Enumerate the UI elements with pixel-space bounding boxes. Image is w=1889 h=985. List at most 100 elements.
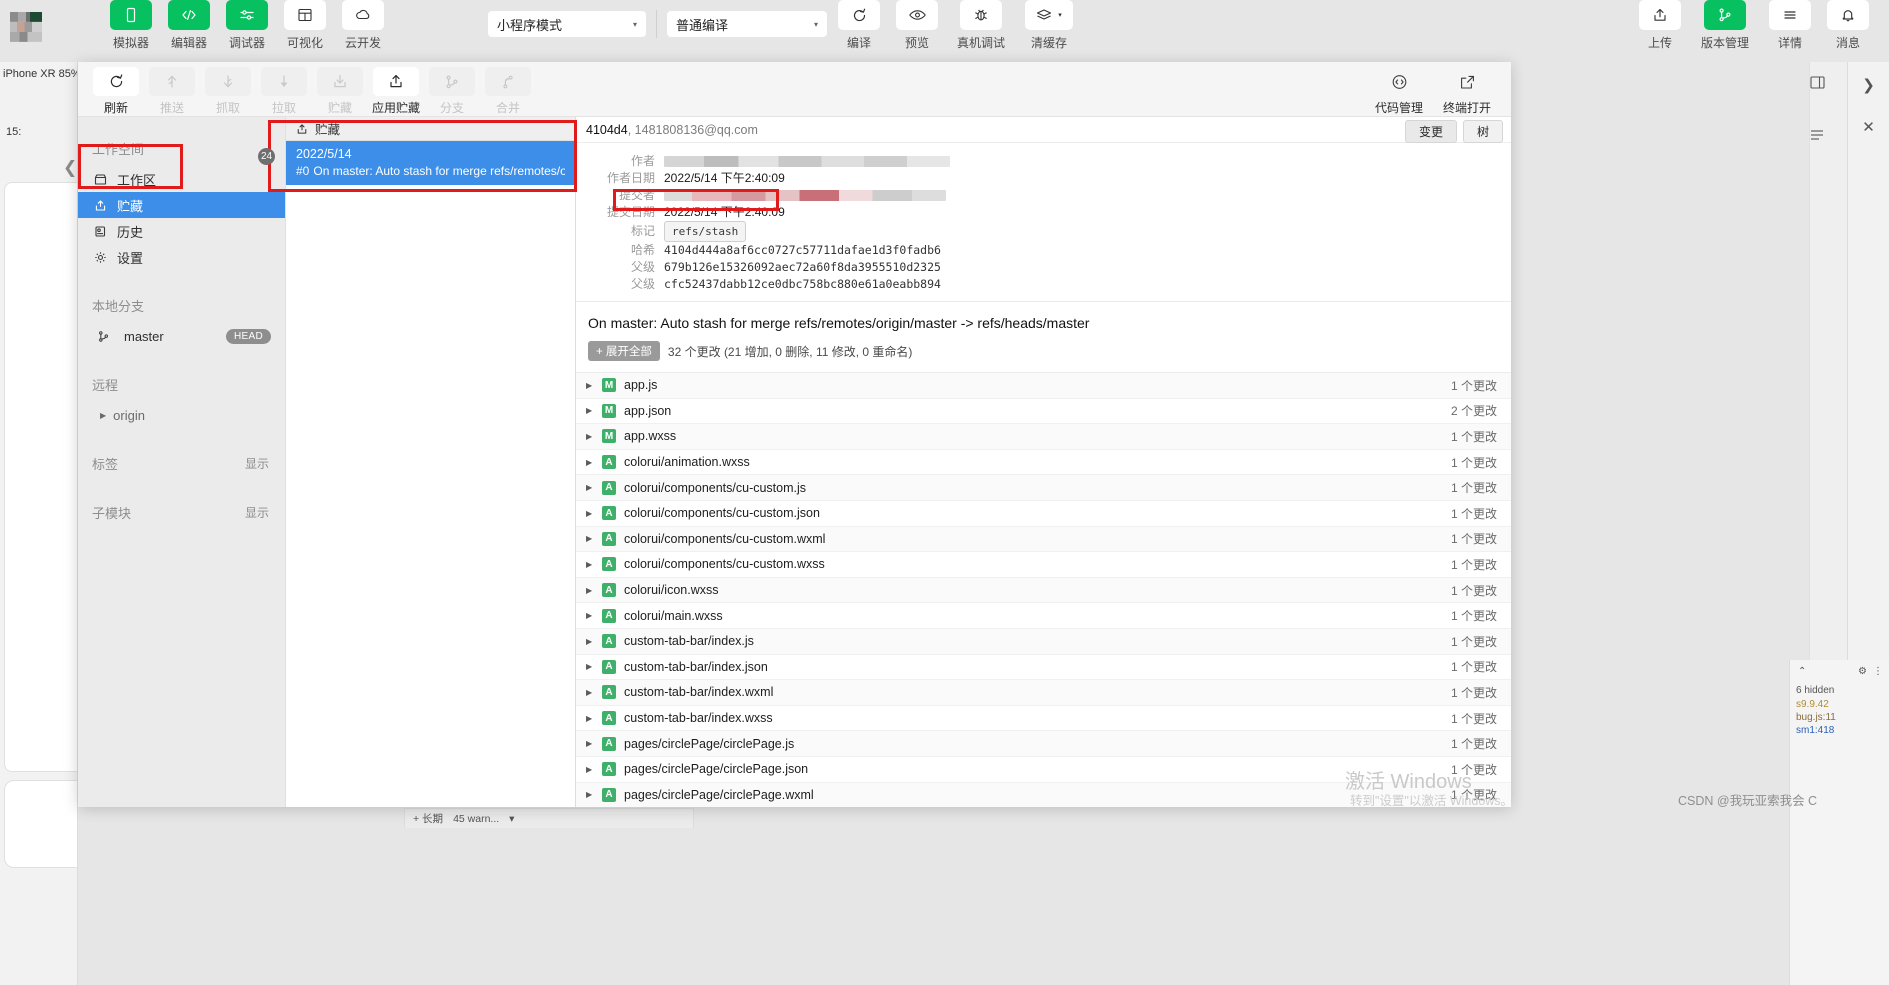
git-stash-button[interactable]: 贮藏 [314, 67, 366, 116]
topbar-item-cloud[interactable]: 云开发 [337, 0, 389, 51]
sidebar-item-branch-master[interactable]: master HEAD [78, 323, 285, 349]
sidebar-item-stash[interactable]: 贮藏 [78, 192, 285, 218]
triangle-right-icon[interactable]: ▶ [586, 662, 594, 671]
terminal-open-button[interactable]: 终端打开 [1435, 67, 1499, 116]
table-row[interactable]: ▶ Acustom-tab-bar/index.json 1 个更改 [576, 655, 1511, 681]
code-manage-button[interactable]: 代码管理 [1367, 67, 1431, 116]
triangle-right-icon[interactable]: ▶ [586, 381, 594, 390]
topbar-item-simulator[interactable]: 模拟器 [105, 0, 157, 51]
topbar-label-upload: 上传 [1647, 36, 1672, 50]
fetch-icon [205, 67, 251, 96]
git-branch-button[interactable]: 分支 [426, 67, 478, 116]
table-row[interactable]: ▶ Acolorui/icon.wxss 1 个更改 [576, 577, 1511, 604]
table-row[interactable]: ▶ Acustom-tab-bar/index.wxss 1 个更改 [576, 706, 1511, 732]
triangle-right-icon[interactable]: ▶ [586, 509, 594, 518]
sidebar-item-history[interactable]: 历史 [78, 218, 285, 244]
git-push-button[interactable]: 推送 [146, 67, 198, 116]
chevron-left-icon[interactable]: ❮ [63, 158, 77, 178]
topbar-item-version-control[interactable]: 版本管理 [1692, 0, 1758, 51]
gear-icon[interactable]: ⚙ [1858, 666, 1867, 677]
topbar-item-compile[interactable]: 编译 [833, 0, 885, 51]
triangle-right-icon[interactable]: ▶ [586, 611, 594, 620]
triangle-right-icon[interactable]: ▶ [586, 534, 594, 543]
triangle-right-icon[interactable]: ▶ [586, 790, 594, 799]
git-pull-button[interactable]: 拉取 [258, 67, 310, 116]
sidebar-title-tags: 标签 显示 [78, 428, 285, 481]
topbar-item-details[interactable]: 详情 [1764, 0, 1816, 51]
triangle-right-icon[interactable]: ▶ [586, 714, 594, 723]
sidebar-tags-show-action[interactable]: 显示 [245, 455, 285, 472]
topbar-label-visualization: 可视化 [286, 36, 323, 50]
gear-icon [93, 250, 108, 265]
device-label: iPhone XR 85% 1( [3, 68, 77, 80]
git-apply-stash-button[interactable]: 应用贮藏 [370, 67, 422, 116]
table-row[interactable]: ▶ Mapp.wxss 1 个更改 [576, 424, 1511, 450]
triangle-right-icon[interactable]: ▶ [586, 560, 594, 569]
code-manage-label: 代码管理 [1374, 101, 1423, 115]
list-panel-icon[interactable] [1810, 89, 1847, 141]
mode-select[interactable]: 小程序模式 ▾ [488, 11, 646, 37]
git-merge-button[interactable]: 合并 [482, 67, 534, 116]
chevron-right-icon[interactable]: ❯ [1848, 62, 1889, 94]
topbar-item-realdevice[interactable]: 真机调试 [949, 0, 1013, 51]
triangle-right-icon[interactable]: ▶ [586, 432, 594, 441]
panel-layout-icon[interactable] [1810, 62, 1847, 89]
chevron-up-icon[interactable]: ⌃ [1798, 666, 1806, 677]
git-refresh-button[interactable]: 刷新 [90, 67, 142, 116]
bottom-status-tab[interactable]: + 长期 45 warn... ▾ [404, 808, 694, 828]
triangle-right-icon[interactable]: ▶ [586, 406, 594, 415]
topbar-item-messages[interactable]: 消息 [1822, 0, 1874, 51]
triangle-right-icon[interactable]: ▶ [586, 483, 594, 492]
commit-message-area: On master: Auto stash for merge refs/rem… [576, 301, 1511, 372]
mode-select-value: 小程序模式 [497, 17, 563, 33]
table-row[interactable]: ▶ Acolorui/components/cu-custom.wxml 1 个更改 [576, 526, 1511, 553]
topbar-item-upload[interactable]: 上传 [1634, 0, 1686, 51]
sidebar-item-workarea[interactable]: 工作区 [78, 166, 285, 192]
file-name: custom-tab-bar/index.js [624, 634, 754, 649]
table-row[interactable]: ▶ Acolorui/main.wxss 1 个更改 [576, 603, 1511, 629]
topbar-item-preview[interactable]: 预览 [891, 0, 943, 51]
chevron-down-icon[interactable]: ▾ [509, 813, 514, 825]
devtools-log-source-1[interactable]: bug.js:11 [1790, 710, 1889, 723]
triangle-right-icon[interactable]: ▶ [586, 765, 594, 774]
table-row[interactable]: ▶ Acolorui/components/cu-custom.json 1 个更改 [576, 501, 1511, 527]
triangle-right-icon[interactable]: ▶ [586, 688, 594, 697]
table-row[interactable]: ▶ Acustom-tab-bar/index.wxml 1 个更改 [576, 680, 1511, 706]
code-icon [168, 0, 210, 30]
table-row[interactable]: ▶ Mapp.json 2 个更改 [576, 399, 1511, 425]
table-row[interactable]: ▶ Apages/circlePage/circlePage.js 1 个更改 [576, 731, 1511, 757]
meta-value-parent-2: cfc52437dabb12ce0dbc758bc880e61a0eabb894 [664, 277, 941, 291]
devtools-log-source-2[interactable]: sm1:418 [1790, 723, 1889, 736]
topbar-item-editor[interactable]: 编辑器 [163, 0, 215, 51]
triangle-right-icon[interactable]: ▶ [586, 637, 594, 646]
sidebar-submodules-show-action[interactable]: 显示 [245, 504, 285, 521]
triangle-right-icon[interactable]: ▶ [586, 458, 594, 467]
cloud-icon [342, 0, 384, 30]
eye-icon [896, 0, 938, 30]
list-item[interactable]: 2022/5/14 #0 On master: Auto stash for m… [286, 141, 575, 185]
triangle-right-icon[interactable]: ▶ [586, 586, 594, 595]
sidebar-item-remote-origin[interactable]: ▶ origin [78, 402, 285, 428]
triangle-right-icon[interactable]: ▶ [586, 739, 594, 748]
git-toolbar: 刷新 推送 抓取 拉取 贮藏 应用贮藏 分支 合并 代码管理 终端打开 [78, 62, 1511, 117]
git-fetch-button[interactable]: 抓取 [202, 67, 254, 116]
sidebar-title-submodules: 子模块 显示 [78, 481, 285, 530]
table-row[interactable]: ▶ Acustom-tab-bar/index.js 1 个更改 [576, 628, 1511, 655]
topbar-item-debugger[interactable]: 调试器 [221, 0, 273, 51]
table-row[interactable]: ▶ Acolorui/animation.wxss 1 个更改 [576, 450, 1511, 476]
expand-all-button[interactable]: + 展开全部 [588, 341, 660, 361]
topbar-item-clearcache[interactable]: ▾ 清缓存 [1019, 0, 1079, 51]
compile-select[interactable]: 普通编译 ▾ [667, 11, 827, 37]
topbar-label-version-control: 版本管理 [1700, 36, 1749, 50]
close-panel-icon[interactable]: ✕ [1848, 94, 1889, 136]
changed-file-list[interactable]: ▶ Mapp.js 1 个更改 ▶ Mapp.json 2 个更改 ▶ Mapp.wxss… [576, 372, 1511, 807]
changes-tab-button[interactable]: 变更 [1404, 120, 1457, 143]
more-icon[interactable]: ⋮ [1873, 666, 1883, 677]
topbar-item-visualization[interactable]: 可视化 [279, 0, 331, 51]
tree-tab-button[interactable]: 树 [1462, 120, 1503, 143]
sidebar-item-settings[interactable]: 设置 [78, 244, 285, 270]
table-row[interactable]: ▶ Acolorui/components/cu-custom.wxss 1 个更改 [576, 552, 1511, 578]
devtools-controls[interactable]: ⌃ ⚙ ⋮ [1790, 660, 1889, 677]
table-row[interactable]: ▶ Mapp.js 1 个更改 [576, 373, 1511, 399]
table-row[interactable]: ▶ Acolorui/components/cu-custom.js 1 个更改 [576, 475, 1511, 501]
